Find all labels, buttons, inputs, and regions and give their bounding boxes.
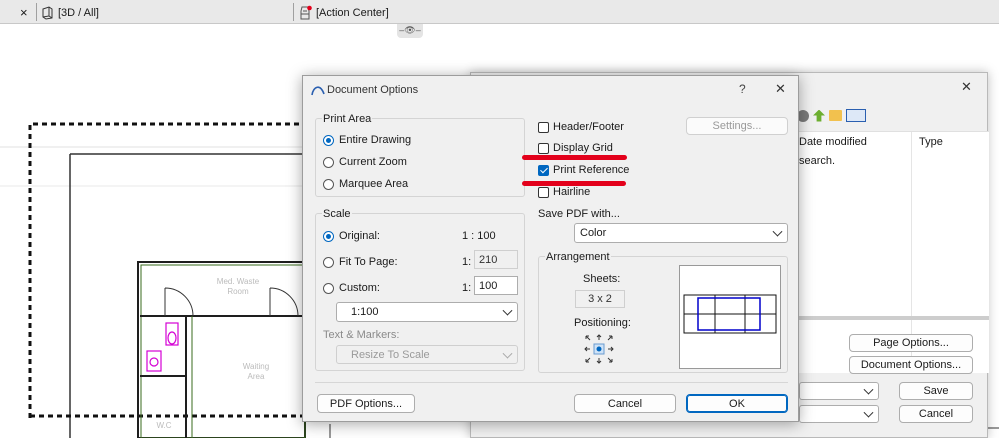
room-label-waiting: Waiting Area (243, 362, 269, 381)
scale-group: Scale Original: 1 : 100 Fit To Page: 1: … (315, 208, 525, 371)
toolbar-icons (797, 109, 866, 122)
arrangement-title: Arrangement (545, 251, 611, 263)
select-value: 1:100 (351, 306, 379, 318)
close-tab-icon[interactable]: × (20, 3, 32, 22)
radio-label: Fit To Page: (339, 256, 398, 268)
positioning-grid-icon[interactable] (584, 334, 614, 364)
document-options-button[interactable]: Document Options... (849, 356, 973, 374)
text-markers-label: Text & Markers: (323, 329, 400, 341)
radio-entire-drawing[interactable]: Entire Drawing (323, 134, 411, 146)
checkbox-label: Header/Footer (553, 121, 624, 133)
cancel-button[interactable]: Cancel (899, 405, 973, 423)
room-label-wc: W.C (156, 421, 171, 430)
radio-dot (323, 230, 334, 242)
save-button[interactable]: Save (899, 382, 973, 400)
view-menu-icon[interactable] (846, 109, 866, 122)
3d-view-icon (42, 5, 53, 20)
radio-marquee-area[interactable]: Marquee Area (323, 178, 408, 190)
radio-dot (323, 178, 334, 190)
tab-label: [Action Center] (316, 6, 389, 19)
red-highlight-mark (522, 155, 627, 160)
radio-label: Marquee Area (339, 178, 409, 190)
checkbox-box (538, 142, 549, 154)
checkbox-box (538, 186, 549, 198)
radio-fit-to-page[interactable]: Fit To Page: (323, 256, 398, 268)
custom-prefix: 1: (462, 282, 472, 294)
radio-label: Custom: (339, 282, 380, 294)
empty-search-text: search. (799, 155, 836, 167)
checkbox-box (538, 164, 549, 176)
radio-dot (323, 282, 334, 294)
scrollbar[interactable] (799, 316, 989, 320)
chevron-down-icon (772, 226, 783, 237)
radio-dot (323, 256, 334, 268)
sheets-value: 3 x 2 (575, 290, 625, 308)
checkbox-display-grid[interactable]: Display Grid (538, 142, 613, 154)
radio-custom[interactable]: Custom: (323, 282, 380, 294)
radio-current-zoom[interactable]: Current Zoom (323, 156, 407, 168)
tab-separator (293, 3, 294, 21)
room-label-waste: Med. Waste Room (217, 277, 260, 296)
text-markers-select[interactable]: Resize To Scale (336, 345, 518, 364)
scale-title: Scale (322, 208, 352, 220)
sheets-label: Sheets: (583, 273, 621, 285)
divider (315, 382, 788, 383)
radio-dot (323, 134, 334, 146)
original-scale-value: 1 : 100 (462, 230, 496, 242)
new-folder-icon[interactable] (829, 110, 842, 121)
chevron-down-icon (863, 407, 874, 418)
chevron-down-icon (502, 348, 513, 359)
custom-scale-select[interactable]: 1:100 (336, 302, 518, 322)
document-options-dialog: Document Options ? ✕ Print Area Entire D… (302, 75, 799, 422)
tab-action-center[interactable]: [Action Center] (298, 3, 498, 22)
select-value: Resize To Scale (351, 348, 430, 361)
checkbox-header-footer[interactable]: Header/Footer (538, 121, 624, 133)
archicad-icon (311, 86, 325, 96)
print-area-title: Print Area (322, 113, 373, 125)
cancel-button[interactable]: Cancel (574, 394, 676, 413)
tab-label: [3D / All] (58, 6, 99, 19)
tab-bar: × [3D / All] [Action Center] (0, 0, 999, 24)
dialog-title: Document Options (327, 84, 419, 96)
checkbox-hairline[interactable]: Hairline (538, 186, 590, 198)
settings-button[interactable]: Settings... (686, 117, 788, 135)
select-value: Color (580, 227, 607, 239)
radio-label: Entire Drawing (339, 134, 412, 146)
page-options-button[interactable]: Page Options... (849, 334, 973, 352)
custom-scale-field[interactable]: 100 (474, 276, 518, 295)
checkbox-print-reference[interactable]: Print Reference (538, 164, 629, 176)
format-select[interactable] (799, 382, 879, 400)
column-type[interactable]: Type (919, 136, 943, 148)
fit-prefix: 1: (462, 256, 472, 268)
tab-3d-all[interactable]: [3D / All] (40, 3, 290, 22)
checkbox-box (538, 121, 549, 133)
checkbox-label: Hairline (553, 186, 591, 198)
up-folder-icon[interactable] (813, 109, 825, 122)
checkbox-label: Display Grid (553, 142, 613, 154)
save-pdf-label: Save PDF with... (538, 208, 620, 220)
tab-separator (36, 3, 37, 21)
close-icon[interactable]: ✕ (775, 81, 786, 97)
column-date-modified[interactable]: Date modified (799, 136, 867, 148)
chevron-down-icon (863, 384, 874, 395)
ok-button[interactable]: OK (686, 394, 788, 413)
radio-label: Current Zoom (339, 156, 407, 168)
fit-to-page-field[interactable]: 210 (474, 250, 518, 269)
action-center-icon (300, 5, 312, 19)
checkbox-label: Print Reference (553, 164, 630, 176)
chevron-down-icon (502, 305, 513, 316)
radio-dot (323, 156, 334, 168)
pdf-options-button[interactable]: PDF Options... (317, 394, 415, 413)
encoding-select[interactable] (799, 405, 879, 423)
sheet-preview (679, 265, 781, 369)
radio-original[interactable]: Original: (323, 230, 380, 242)
print-area-group: Print Area Entire Drawing Current Zoom M… (315, 113, 525, 197)
arrangement-group: Arrangement Sheets: 3 x 2 Positioning: (538, 251, 788, 373)
positioning-label: Positioning: (574, 317, 631, 329)
close-icon[interactable]: ✕ (961, 79, 972, 95)
save-pdf-select[interactable]: Color (574, 223, 788, 243)
help-icon[interactable]: ? (739, 82, 746, 96)
radio-label: Original: (339, 230, 380, 242)
